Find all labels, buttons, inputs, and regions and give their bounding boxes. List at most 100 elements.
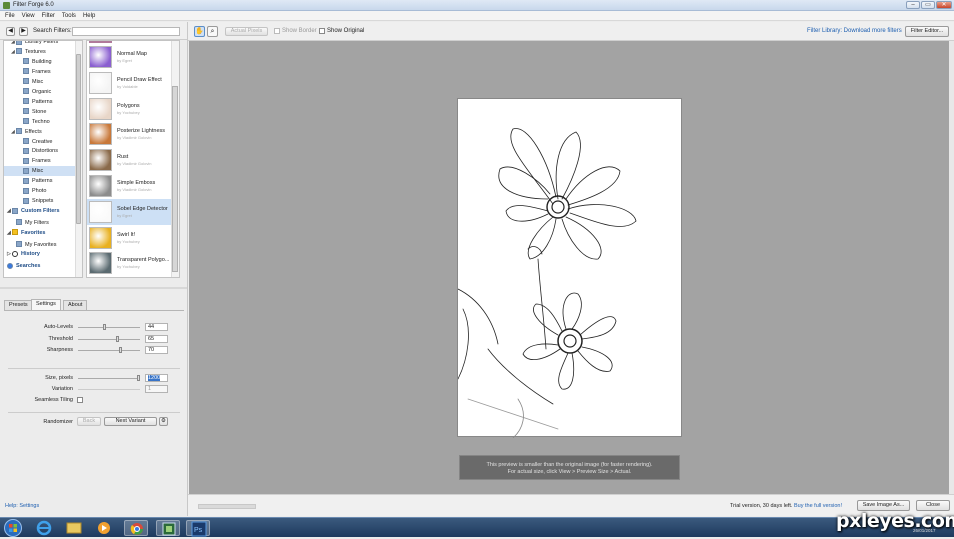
sharpness-knob[interactable] [119, 347, 123, 353]
threshold-field[interactable]: 65 [145, 335, 168, 343]
chrome-icon[interactable] [124, 520, 148, 536]
show-original-checkbox[interactable] [319, 28, 325, 34]
folder-icon [23, 58, 29, 65]
tab-about[interactable]: About [63, 300, 88, 310]
tree-item[interactable]: ▷ History [4, 249, 76, 259]
menu-view[interactable]: View [22, 11, 35, 21]
randomizer-options-icon[interactable]: ⚙ [159, 417, 168, 426]
size-knob[interactable] [136, 375, 140, 381]
menu-file[interactable]: File [5, 11, 15, 21]
filter-list-item[interactable]: Rust by Vladimir Golovin [87, 147, 173, 173]
filter-list-item[interactable]: Transparent Polygo... by Yochubey [87, 250, 173, 276]
variation-field[interactable]: 1 [145, 385, 168, 393]
tree-item[interactable]: Frames [4, 156, 76, 166]
filter-list-item[interactable]: Normal Map by Egret [87, 44, 173, 70]
filter-thumbnail [89, 97, 112, 120]
tree-item-label: My Favorites [25, 241, 57, 248]
folder-icon [16, 241, 22, 248]
tree-item[interactable]: Photo [4, 186, 76, 196]
preview-scrollbar[interactable] [949, 41, 954, 494]
file-explorer-icon[interactable] [62, 520, 86, 536]
tree-scroll-thumb[interactable] [76, 54, 81, 224]
menu-help[interactable]: Help [83, 11, 95, 21]
seamless-tiling-checkbox[interactable] [77, 397, 83, 403]
tree-item[interactable]: Organic [4, 87, 76, 97]
forward-arrow-icon[interactable]: ▶ [19, 27, 28, 36]
minimize-button[interactable]: – [906, 1, 920, 9]
sharpness-slider[interactable] [78, 350, 140, 351]
hand-tool-icon[interactable]: ✋ [194, 26, 205, 37]
next-variant-button[interactable]: Next Variant [104, 417, 157, 426]
tree-item[interactable]: Creative [4, 137, 76, 147]
tree-item[interactable]: Misc [4, 166, 76, 177]
window-title: Filter Forge 6.0 [13, 2, 54, 8]
tree-item[interactable]: My Filters [4, 218, 76, 228]
show-border-checkbox[interactable] [274, 28, 280, 34]
tree-item[interactable]: ◢ Effects [4, 127, 76, 137]
tree-item[interactable]: Distortions [4, 146, 76, 156]
tab-settings[interactable]: Settings [31, 299, 61, 310]
tab-presets[interactable]: Presets [4, 300, 33, 310]
tree-item-label: Misc [32, 78, 44, 85]
filter-list-item[interactable]: Polygons by Yochubey [87, 96, 173, 122]
filter-library-link[interactable]: Filter Library: Download more filters [807, 28, 902, 34]
photoshop-icon[interactable]: Ps [186, 520, 210, 537]
filter-editor-button[interactable]: Filter Editor... [905, 26, 949, 37]
svg-text:Ps: Ps [194, 527, 203, 534]
filter-forge-taskbar-icon[interactable] [156, 520, 180, 536]
tree-item[interactable]: Searches [4, 261, 76, 271]
folder-icon [23, 108, 29, 115]
auto-levels-knob[interactable] [103, 324, 107, 330]
auto-levels-slider[interactable] [78, 327, 140, 328]
folder-icon [23, 187, 29, 194]
auto-levels-label: Auto-Levels [43, 324, 73, 330]
tree-item[interactable]: Frames [4, 67, 76, 77]
size-slider[interactable] [78, 378, 140, 379]
tree-item[interactable]: ◢ Custom Filters [4, 206, 76, 216]
menu-tools[interactable]: Tools [62, 11, 76, 21]
tree-item[interactable]: Patterns [4, 176, 76, 186]
folder-icon [23, 118, 29, 125]
variation-slider[interactable] [78, 389, 140, 390]
tree-item[interactable]: Snippets [4, 196, 76, 206]
tree-item[interactable]: Techno [4, 117, 76, 127]
close-window-button[interactable]: ✕ [936, 1, 952, 9]
tree-item[interactable]: ◢ Textures [4, 47, 76, 57]
size-field[interactable]: 1200 [145, 374, 168, 382]
panel-splitter[interactable] [0, 287, 187, 289]
media-player-icon[interactable] [92, 520, 116, 536]
folder-icon [23, 78, 29, 85]
actual-pixels-button[interactable]: Actual Pixels [225, 27, 268, 36]
tree-item[interactable]: Misc [4, 77, 76, 87]
tree-item[interactable]: Stone [4, 107, 76, 117]
tree-item[interactable]: My Favorites [4, 240, 76, 250]
buy-full-version-link[interactable]: Buy the full version! [794, 503, 842, 509]
maximize-button[interactable]: ▭ [921, 1, 935, 9]
tree-item[interactable]: ◢ Favorites [4, 228, 76, 238]
filter-list-scroll-thumb[interactable] [172, 86, 178, 272]
back-arrow-icon[interactable]: ◀ [6, 27, 15, 36]
tree-item[interactable]: Patterns [4, 97, 76, 107]
help-link[interactable]: Help: Settings [5, 503, 39, 509]
zoom-tool-icon[interactable]: ⌕ [207, 26, 218, 37]
auto-levels-field[interactable]: 44 [145, 323, 168, 331]
threshold-slider[interactable] [78, 339, 140, 340]
filter-list-item[interactable]: Sobel Edge Detector by Egret [87, 198, 173, 225]
folder-icon [23, 157, 29, 164]
sharpness-field[interactable]: 70 [145, 346, 168, 354]
filter-list-item[interactable]: Swirl It! by Yochubey [87, 225, 173, 251]
filter-list-item[interactable]: Posterize Lightness by Vladimir Golovin [87, 121, 173, 147]
tree-item[interactable]: Building [4, 57, 76, 67]
filter-list-item[interactable]: Pencil Draw Effect by Voidable [87, 70, 173, 96]
windows-start-icon[interactable] [2, 518, 24, 538]
preview-note-line1: This preview is smaller than the origina… [486, 462, 653, 468]
filter-list-item[interactable]: Simple Emboss by Vladimir Golovin [87, 173, 173, 199]
internet-explorer-icon[interactable] [32, 520, 56, 536]
preview-info-note: This preview is smaller than the origina… [459, 455, 680, 480]
threshold-knob[interactable] [116, 336, 120, 342]
search-input[interactable] [72, 27, 180, 36]
menu-filter[interactable]: Filter [42, 11, 55, 21]
randomizer-back-button[interactable]: Back [77, 417, 101, 426]
preview-image[interactable] [457, 98, 682, 439]
tree-item[interactable]: ◢ Library Filters [4, 41, 76, 47]
